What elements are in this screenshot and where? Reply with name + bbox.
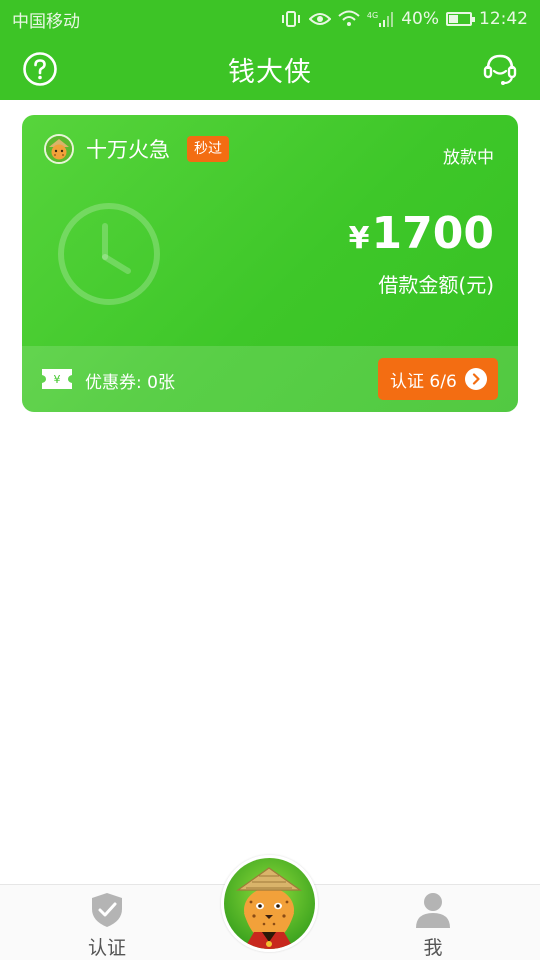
coupon-icon: ¥ [41, 368, 73, 390]
verification-button[interactable]: 认证 6/6 [378, 358, 498, 400]
app-header: 钱大侠 [0, 38, 540, 100]
vibrate-icon [280, 10, 302, 28]
loan-status: 放款中 [443, 148, 494, 168]
status-indicators: 4G 40% 12:42 [280, 9, 528, 29]
tab-me-label: 我 [423, 937, 443, 959]
tab-verification-label: 认证 [87, 937, 126, 959]
coupon-count[interactable]: 优惠券: 0张 [85, 368, 175, 393]
help-button[interactable] [22, 51, 58, 87]
leopard-mascot-icon [224, 858, 315, 949]
signal-icon: 4G [367, 11, 394, 27]
question-circle-icon [23, 52, 57, 86]
svg-text:¥: ¥ [54, 373, 61, 386]
eye-comfort-icon [308, 11, 331, 27]
tab-me[interactable]: 我 [373, 885, 493, 960]
loan-card-footer: ¥ 优惠券: 0张 认证 6/6 [22, 346, 518, 412]
person-icon [416, 893, 450, 928]
verification-progress: 认证 6/6 [390, 371, 457, 392]
page-title: 钱大侠 [228, 56, 312, 88]
loan-amount: ¥ 1700 [349, 208, 494, 259]
clock-icon [56, 201, 162, 307]
amount-label: 借款金额(元) [378, 273, 494, 297]
fast-approval-badge: 秒过 [187, 136, 229, 162]
currency-symbol: ¥ [348, 221, 370, 256]
customer-service-button[interactable] [480, 49, 520, 89]
clock-time: 12:42 [479, 9, 528, 29]
status-bar: 中国移动 4G 40% 12:42 [0, 0, 540, 38]
battery-percent: 40% [401, 9, 439, 29]
network-type: 4G [366, 11, 379, 20]
shield-check-icon [92, 893, 122, 927]
product-name: 十万火急 [86, 138, 170, 162]
tab-verification[interactable]: 认证 [47, 885, 167, 960]
loan-card[interactable]: 十万火急 秒过 放款中 ¥ 1700 借款金额(元) ¥ 优惠券: 0张 认证 … [22, 115, 518, 412]
amount-value: 1700 [371, 208, 494, 259]
wifi-icon [338, 10, 360, 28]
battery-icon [446, 12, 475, 26]
chevron-right-icon [464, 368, 487, 390]
carrier-name: 中国移动 [12, 11, 80, 32]
product-avatar [44, 134, 74, 164]
loan-card-top: 十万火急 秒过 放款中 ¥ 1700 借款金额(元) [22, 115, 518, 345]
home-mascot-button[interactable] [221, 855, 318, 952]
headset-icon [483, 54, 517, 85]
